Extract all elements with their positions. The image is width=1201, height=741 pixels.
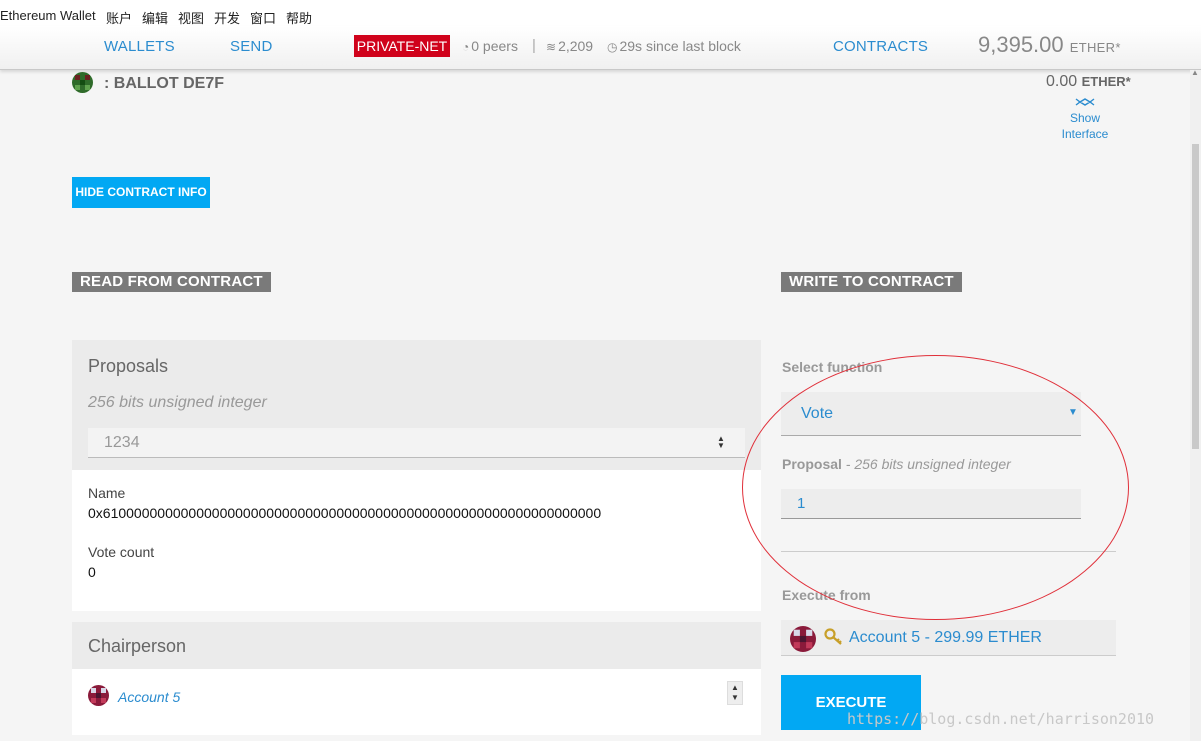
watermark: https://blog.csdn.net/harrison2010 xyxy=(847,710,1155,728)
show-interface-link[interactable]: Show Interface xyxy=(1052,96,1118,142)
menu-help[interactable]: 帮助 xyxy=(286,8,312,27)
proposals-result: Name 0x610000000000000000000000000000000… xyxy=(72,470,761,611)
contract-balance-unit: ETHER* xyxy=(1081,74,1131,89)
contract-name: : BALLOT DE7F xyxy=(104,75,224,92)
proposals-type: 256 bits unsigned integer xyxy=(88,394,267,411)
key-icon xyxy=(824,628,844,651)
nav-send-link[interactable]: SEND xyxy=(230,38,272,55)
menu-app-title[interactable]: Ethereum Wallet xyxy=(0,8,96,23)
scroll-spinner-icon[interactable]: ▲ ▼ xyxy=(727,681,743,705)
proposals-index-input[interactable] xyxy=(88,428,745,458)
account-avatar xyxy=(88,685,109,706)
proposal-input[interactable] xyxy=(781,489,1081,519)
function-select[interactable]: Vote ▼ xyxy=(781,392,1081,436)
show-interface-label-2: Interface xyxy=(1061,127,1109,141)
scroll-thumb[interactable] xyxy=(1192,144,1199,449)
menu-develop[interactable]: 开发 xyxy=(214,8,240,27)
parameter-label: Proposal - 256 bits unsigned integer xyxy=(782,456,1011,472)
last-block-status: ◷ 29s since last block xyxy=(607,38,741,54)
proposals-panel-header: Proposals 256 bits unsigned integer ▲▼ xyxy=(72,340,761,470)
divider xyxy=(781,551,1116,552)
menu-window[interactable]: 窗口 xyxy=(250,8,276,27)
contract-balance-amount: 0.00 xyxy=(1046,73,1078,90)
contract-identicon xyxy=(72,72,93,93)
nav-wallets-link[interactable]: WALLETS xyxy=(104,38,175,55)
parameter-name: Proposal xyxy=(782,456,842,472)
blocks-status: ≋ 2,209 xyxy=(546,38,593,54)
vote-count-label: Vote count xyxy=(88,544,155,560)
balance-unit: ETHER* xyxy=(1069,40,1121,55)
menu-edit[interactable]: 编辑 xyxy=(142,8,168,27)
parameter-type: - 256 bits unsigned integer xyxy=(845,456,1011,472)
block-number: 2,209 xyxy=(558,38,594,54)
clock-icon: ◷ xyxy=(607,40,618,54)
last-block-time: 29s since last block xyxy=(619,38,741,54)
menu-view[interactable]: 视图 xyxy=(178,8,204,27)
menu-account[interactable]: 账户 xyxy=(106,8,132,27)
execute-from-select[interactable]: Account 5 - 299.99 ETHER xyxy=(781,620,1116,656)
select-function-label: Select function xyxy=(782,359,883,375)
proposals-title: Proposals xyxy=(88,356,169,376)
peers-count: 0 peers xyxy=(471,38,518,54)
chairperson-account-link[interactable]: Account 5 xyxy=(118,689,180,705)
hide-contract-info-button[interactable]: HIDE CONTRACT INFO xyxy=(72,177,210,208)
chairperson-result: Account 5 ▲ ▼ xyxy=(72,669,761,735)
top-nav: WALLETS SEND PRIVATE-NET ◔ 0 peers | ≋ 2,2… xyxy=(0,26,1201,70)
network-badge: PRIVATE-NET xyxy=(354,35,450,57)
scrollbar[interactable]: ▲ xyxy=(1190,68,1201,741)
nav-contracts-link[interactable]: CONTRACTS xyxy=(833,38,928,55)
stat-separator: | xyxy=(532,37,536,54)
interface-icon xyxy=(1052,96,1118,110)
name-value: 0x61000000000000000000000000000000000000… xyxy=(88,505,602,521)
balance-amount: 9,395.00 xyxy=(978,32,1064,57)
total-balance: 9,395.00 ETHER* xyxy=(978,32,1121,58)
account-avatar xyxy=(790,626,816,652)
name-label: Name xyxy=(88,485,126,501)
peers-status: ◔ 0 peers xyxy=(462,38,518,54)
chairperson-title: Chairperson xyxy=(88,636,187,656)
layers-icon: ≋ xyxy=(546,40,557,54)
chairperson-panel-header: Chairperson xyxy=(72,622,761,669)
scroll-up-icon[interactable]: ▲ xyxy=(1191,68,1199,77)
read-section-title: READ FROM CONTRACT xyxy=(72,272,271,292)
vote-count-value: 0 xyxy=(88,564,96,580)
contract-balance: 0.00 ETHER* xyxy=(1046,73,1131,91)
execute-account: Account 5 - 299.99 ETHER xyxy=(849,629,1042,646)
execute-from-label: Execute from xyxy=(782,587,871,603)
signal-icon: ◔ xyxy=(462,40,470,54)
selected-function: Vote xyxy=(801,405,834,422)
show-interface-label-1: Show xyxy=(1069,111,1101,125)
write-section-title: WRITE TO CONTRACT xyxy=(781,272,962,292)
number-spinner-icon[interactable]: ▲ ▼ xyxy=(716,435,726,450)
chevron-down-icon: ▼ xyxy=(1068,407,1078,418)
